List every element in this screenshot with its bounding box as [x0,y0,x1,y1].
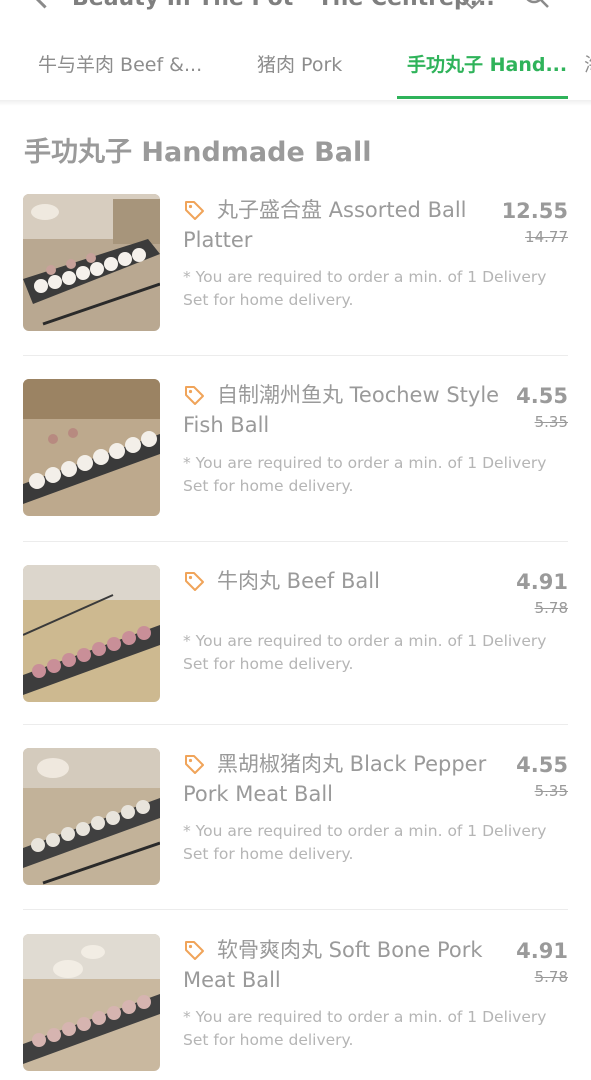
item-price: 4.91 [516,939,568,963]
item-price: 4.91 [516,570,568,594]
item-original-price: 5.78 [534,968,568,986]
active-tab-indicator [397,96,568,99]
item-note: * You are required to order a min. of 1 … [183,1008,547,1049]
item-name: 丸子盛合盘 Assorted Ball Platter [183,198,467,252]
item-name: 软骨爽肉丸 Soft Bone Pork Meat Ball [183,938,483,992]
item-name: 自制潮州鱼丸 Teochew Style Fish Ball [183,383,500,437]
divider [23,909,568,910]
tab-pork[interactable]: 猪肉 Pork [257,50,342,77]
item-note: * You are required to order a min. of 1 … [183,454,547,495]
store-title: Beauty In The Pot - The Centrep... [72,0,495,11]
item-price: 4.55 [516,753,568,777]
top-bar: Beauty In The Pot - The Centrep... [0,0,591,14]
back-icon[interactable] [32,0,57,9]
tab-beef-lamb[interactable]: 牛与羊肉 Beef &... [38,50,202,77]
item-image [23,194,160,331]
item-image [23,565,160,702]
item-original-price: 5.35 [534,782,568,800]
item-note: * You are required to order a min. of 1 … [183,822,547,863]
item-note: * You are required to order a min. of 1 … [183,268,547,309]
divider [23,724,568,725]
item-name: 牛肉丸 Beef Ball [217,569,380,593]
item-original-price: 14.77 [525,228,568,246]
item-image [23,934,160,1071]
heart-icon[interactable] [460,0,484,10]
divider [23,355,568,356]
item-original-price: 5.35 [534,413,568,431]
item-name: 黑胡椒猪肉丸 Black Pepper Pork Meat Ball [183,752,487,806]
item-original-price: 5.78 [534,599,568,617]
tab-seafood[interactable]: 海 [584,50,591,77]
search-icon[interactable] [523,0,549,8]
item-price: 4.55 [516,384,568,408]
divider [23,541,568,542]
item-price: 12.55 [501,199,568,223]
section-title: 手功丸子 Handmade Ball [24,137,372,168]
item-note: * You are required to order a min. of 1 … [183,632,547,673]
category-tabs: 牛与羊肉 Beef &... 猪肉 Pork 手功丸子 Hand... 海 [0,28,591,100]
item-image [23,379,160,516]
tab-handmade-ball[interactable]: 手功丸子 Hand... [407,50,567,77]
tabs-divider [0,100,591,106]
item-image [23,748,160,885]
